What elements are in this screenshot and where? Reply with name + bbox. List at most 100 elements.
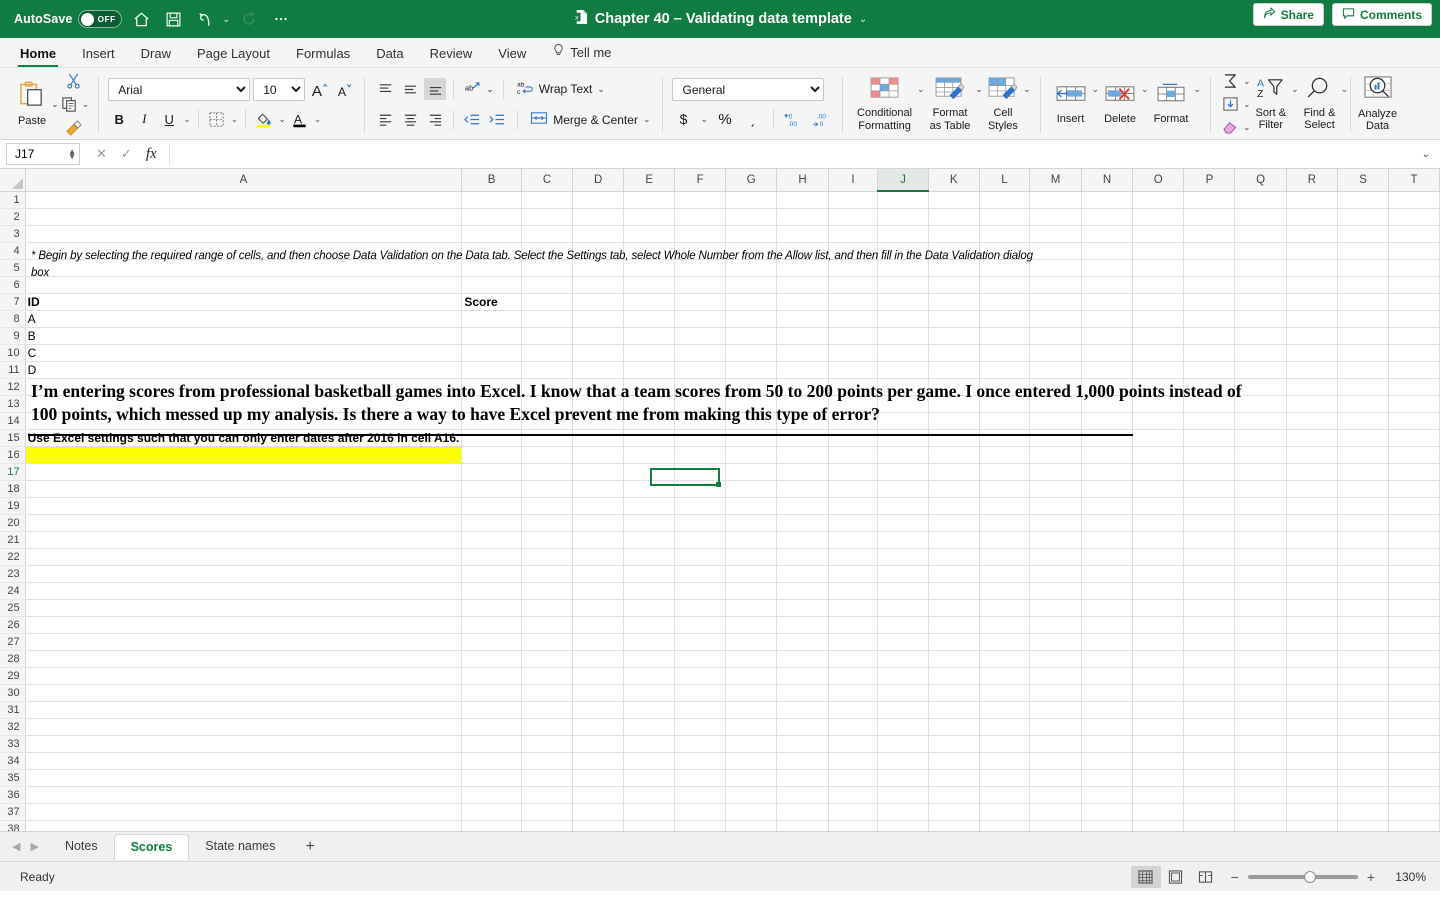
cell-K31[interactable] xyxy=(928,701,980,719)
cell-T8[interactable] xyxy=(1388,310,1440,328)
cell-S16[interactable] xyxy=(1337,446,1390,464)
cell-G22[interactable] xyxy=(725,548,778,566)
cell-F38[interactable] xyxy=(674,820,727,831)
cell-M36[interactable] xyxy=(1029,786,1082,804)
cell-B36[interactable] xyxy=(461,786,522,804)
tab-home[interactable]: Home xyxy=(8,42,68,67)
cell-D34[interactable] xyxy=(572,752,625,770)
cell-D7[interactable] xyxy=(572,293,625,311)
cell-J2[interactable] xyxy=(877,208,929,226)
cell-S33[interactable] xyxy=(1337,735,1390,753)
cell-D12[interactable] xyxy=(572,378,625,396)
cell-T21[interactable] xyxy=(1388,531,1440,549)
cell-O9[interactable] xyxy=(1132,327,1185,345)
cell-O28[interactable] xyxy=(1132,650,1185,668)
row-header-14[interactable]: 14 xyxy=(0,412,26,430)
cell-K23[interactable] xyxy=(928,565,980,583)
cell-O21[interactable] xyxy=(1132,531,1185,549)
cell-I11[interactable] xyxy=(828,361,879,379)
cell-A29[interactable] xyxy=(25,667,463,685)
cell-J10[interactable] xyxy=(877,344,929,362)
cell-O7[interactable] xyxy=(1132,293,1185,311)
cell-P34[interactable] xyxy=(1183,752,1236,770)
cell-Q14[interactable] xyxy=(1234,412,1287,430)
cell-S17[interactable] xyxy=(1337,463,1390,481)
col-header-O[interactable]: O xyxy=(1132,169,1185,192)
cell-D38[interactable] xyxy=(572,820,625,831)
cell-L12[interactable] xyxy=(979,378,1031,396)
cell-F3[interactable] xyxy=(674,225,727,243)
cell-T5[interactable] xyxy=(1388,259,1440,277)
cell-A33[interactable] xyxy=(25,735,463,753)
previous-sheet-icon[interactable]: ◀ xyxy=(12,840,20,853)
cell-R15[interactable] xyxy=(1286,429,1339,447)
cell-L11[interactable] xyxy=(979,361,1031,379)
row-header-23[interactable]: 23 xyxy=(0,565,26,583)
cell-S28[interactable] xyxy=(1337,650,1390,668)
cell-S22[interactable] xyxy=(1337,548,1390,566)
align-bottom-icon[interactable] xyxy=(424,78,447,100)
cell-P30[interactable] xyxy=(1183,684,1236,702)
cell-M3[interactable] xyxy=(1029,225,1082,243)
cell-H17[interactable] xyxy=(776,463,829,481)
cell-N38[interactable] xyxy=(1081,820,1134,831)
cell-B5[interactable] xyxy=(461,259,522,277)
cell-J28[interactable] xyxy=(877,650,929,668)
cell-T38[interactable] xyxy=(1388,820,1440,831)
cell-C3[interactable] xyxy=(521,225,574,243)
row-header-25[interactable]: 25 xyxy=(0,599,26,617)
cell-A1[interactable] xyxy=(25,191,463,209)
cell-T29[interactable] xyxy=(1388,667,1440,685)
cell-D26[interactable] xyxy=(572,616,625,634)
cell-F14[interactable] xyxy=(674,412,727,430)
cell-E21[interactable] xyxy=(623,531,676,549)
cell-R6[interactable] xyxy=(1286,276,1339,294)
row-header-11[interactable]: 11 xyxy=(0,361,26,379)
cell-S12[interactable] xyxy=(1337,378,1390,396)
cell-E34[interactable] xyxy=(623,752,676,770)
cell-T30[interactable] xyxy=(1388,684,1440,702)
cell-H3[interactable] xyxy=(776,225,829,243)
cell-S7[interactable] xyxy=(1337,293,1390,311)
cell-H21[interactable] xyxy=(776,531,829,549)
cell-K6[interactable] xyxy=(928,276,980,294)
cell-N19[interactable] xyxy=(1081,497,1134,515)
cell-J35[interactable] xyxy=(877,769,929,787)
cell-B35[interactable] xyxy=(461,769,522,787)
cell-Q31[interactable] xyxy=(1234,701,1287,719)
cell-M9[interactable] xyxy=(1029,327,1082,345)
cell-M27[interactable] xyxy=(1029,633,1082,651)
cell-B37[interactable] xyxy=(461,803,522,821)
cell-F12[interactable] xyxy=(674,378,727,396)
cell-J22[interactable] xyxy=(877,548,929,566)
cell-R25[interactable] xyxy=(1286,599,1339,617)
cell-A25[interactable] xyxy=(25,599,463,617)
cell-K36[interactable] xyxy=(928,786,980,804)
cell-M30[interactable] xyxy=(1029,684,1082,702)
cell-A14[interactable] xyxy=(25,412,463,430)
fill-handle[interactable] xyxy=(716,482,721,488)
cell-N29[interactable] xyxy=(1081,667,1134,685)
cell-C6[interactable] xyxy=(521,276,574,294)
cell-G12[interactable] xyxy=(725,378,778,396)
cell-A24[interactable] xyxy=(25,582,463,600)
cell-E25[interactable] xyxy=(623,599,676,617)
cell-M29[interactable] xyxy=(1029,667,1082,685)
cell-J9[interactable] xyxy=(877,327,929,345)
cell-E7[interactable] xyxy=(623,293,676,311)
cell-I29[interactable] xyxy=(828,667,879,685)
fill-color-icon[interactable] xyxy=(253,108,275,130)
zoom-out-button[interactable]: − xyxy=(1231,869,1239,885)
cell-S38[interactable] xyxy=(1337,820,1390,831)
cell-P2[interactable] xyxy=(1183,208,1236,226)
cell-O19[interactable] xyxy=(1132,497,1185,515)
cell-M21[interactable] xyxy=(1029,531,1082,549)
col-header-S[interactable]: S xyxy=(1337,169,1390,192)
cell-styles-dropdown-caret[interactable]: ⌄ xyxy=(1023,84,1031,95)
cell-R21[interactable] xyxy=(1286,531,1339,549)
cell-O1[interactable] xyxy=(1132,191,1185,209)
cell-K27[interactable] xyxy=(928,633,980,651)
cancel-icon[interactable]: ✕ xyxy=(96,146,107,162)
cell-F11[interactable] xyxy=(674,361,727,379)
cell-N27[interactable] xyxy=(1081,633,1134,651)
